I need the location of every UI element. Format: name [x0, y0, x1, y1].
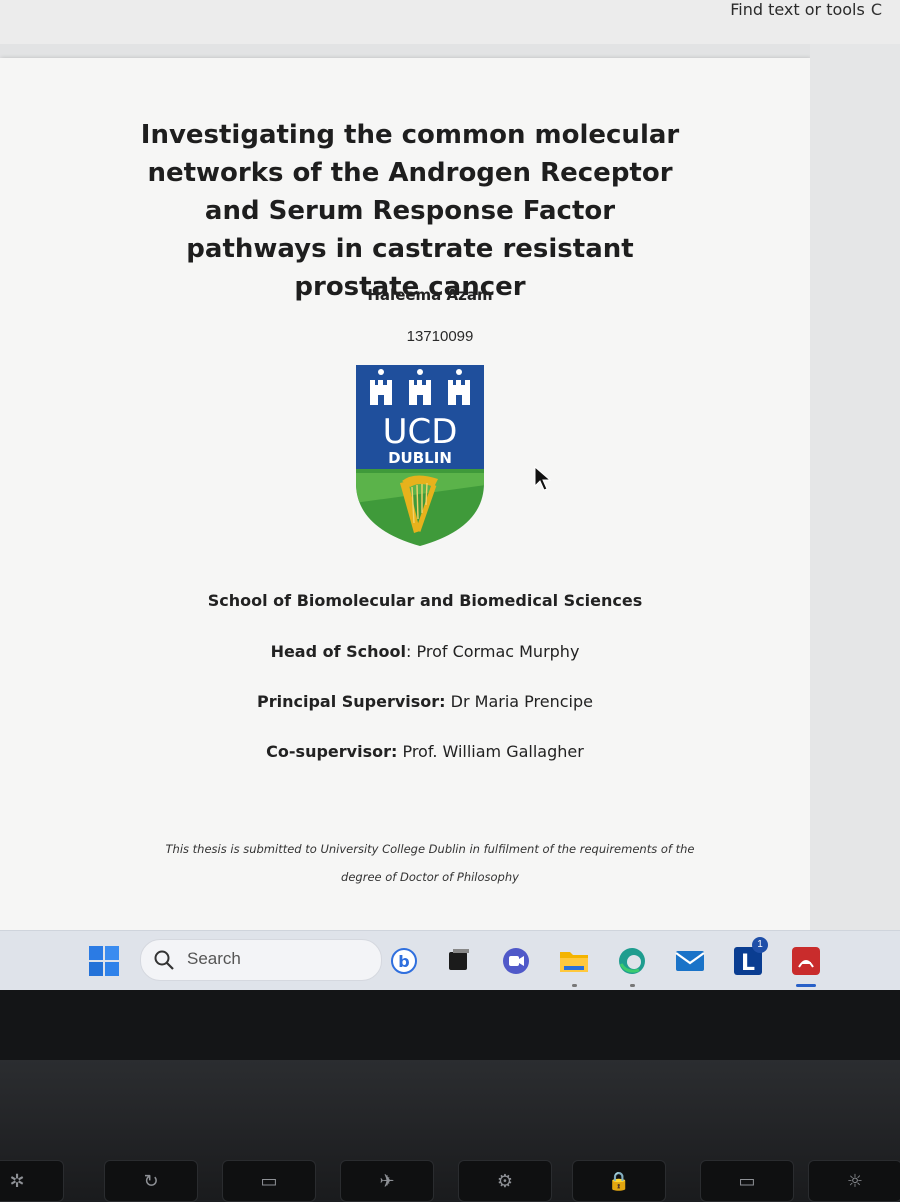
file-explorer-icon: [560, 952, 588, 972]
svg-text:b: b: [398, 952, 409, 971]
key-gear-icon: ⚙: [458, 1160, 552, 1202]
principal-supervisor-value: Dr Maria Prencipe: [445, 692, 593, 711]
submission-statement: This thesis is submitted to University C…: [165, 842, 695, 856]
acrobat-icon: [792, 947, 820, 975]
mouse-cursor-icon: [534, 466, 552, 491]
ucd-crest-logo: UCD DUBLIN: [356, 365, 484, 546]
school-name: School of Biomolecular and Biomedical Sc…: [207, 591, 643, 610]
acrobat-button[interactable]: [788, 943, 824, 987]
head-of-school-value: : Prof Cormac Murphy: [406, 642, 580, 661]
key-refresh-icon: ↻: [104, 1160, 198, 1202]
running-indicator: [630, 984, 635, 987]
viewer-toolbar: Find text or tools C: [0, 0, 900, 45]
logo-text-ucd: UCD: [383, 412, 458, 452]
task-view-icon: [449, 949, 469, 970]
co-supervisor-label: Co-supervisor:: [266, 742, 398, 761]
edge-button[interactable]: [614, 943, 650, 987]
pdf-page: Investigating the common molecular netwo…: [0, 58, 810, 930]
logo-text-dublin: DUBLIN: [388, 449, 452, 467]
head-of-school-label: Head of School: [270, 642, 407, 661]
notification-badge: 1: [752, 937, 768, 953]
student-id: 13710099: [406, 328, 474, 345]
teams-meet-button[interactable]: [498, 943, 534, 979]
mail-button[interactable]: [672, 943, 708, 979]
find-text-or-tools-button[interactable]: Find text or tools C: [730, 0, 882, 20]
teams-meet-icon: [503, 948, 529, 974]
mail-icon: [675, 951, 705, 971]
linkedin-learning-button[interactable]: L 1: [730, 937, 768, 979]
key-window-icon: ▭: [700, 1160, 794, 1202]
taskbar: Search b L 1: [0, 930, 900, 990]
key-brightness-icon: ☼: [808, 1160, 900, 1202]
start-button[interactable]: [86, 943, 122, 979]
key-airplane-icon: ✈: [340, 1160, 434, 1202]
laptop-bezel: [0, 990, 900, 1060]
head-of-school: Head of School: Prof Cormac Murphy: [0, 642, 850, 661]
co-supervisor: Co-supervisor: Prof. William Gallagher: [0, 742, 850, 761]
key-star-icon: ✲: [0, 1160, 64, 1202]
active-app-indicator: [796, 984, 816, 987]
file-explorer-button[interactable]: [556, 943, 592, 987]
thesis-title: Investigating the common molecular netwo…: [140, 120, 680, 302]
document-viewport[interactable]: Investigating the common molecular netwo…: [0, 44, 900, 930]
search-icon: C: [870, 0, 882, 19]
viewer-right-gutter: [810, 44, 900, 930]
degree-statement: degree of Doctor of Philosophy: [341, 870, 519, 884]
author-name: Haleema Azam: [367, 286, 493, 304]
task-view-button[interactable]: [440, 943, 476, 979]
principal-supervisor-label: Principal Supervisor:: [256, 692, 446, 711]
co-supervisor-value: Prof. William Gallagher: [397, 742, 584, 761]
taskbar-search-box[interactable]: Search: [140, 939, 382, 981]
principal-supervisor: Principal Supervisor: Dr Maria Prencipe: [0, 692, 850, 711]
screen: Find text or tools C Investigating the co…: [0, 0, 900, 990]
key-screen-off-icon: ▭: [222, 1160, 316, 1202]
bing-button[interactable]: b: [386, 943, 422, 979]
bing-icon: b: [391, 948, 417, 974]
windows-start-icon: [89, 946, 119, 976]
find-tools-label: Find text or tools: [730, 0, 865, 19]
running-indicator: [572, 984, 577, 987]
search-icon: [154, 950, 174, 970]
svg-text:L: L: [741, 951, 755, 976]
edge-icon: [619, 948, 645, 974]
key-lock-icon: 🔒: [572, 1160, 666, 1202]
search-placeholder: Search: [187, 949, 241, 968]
